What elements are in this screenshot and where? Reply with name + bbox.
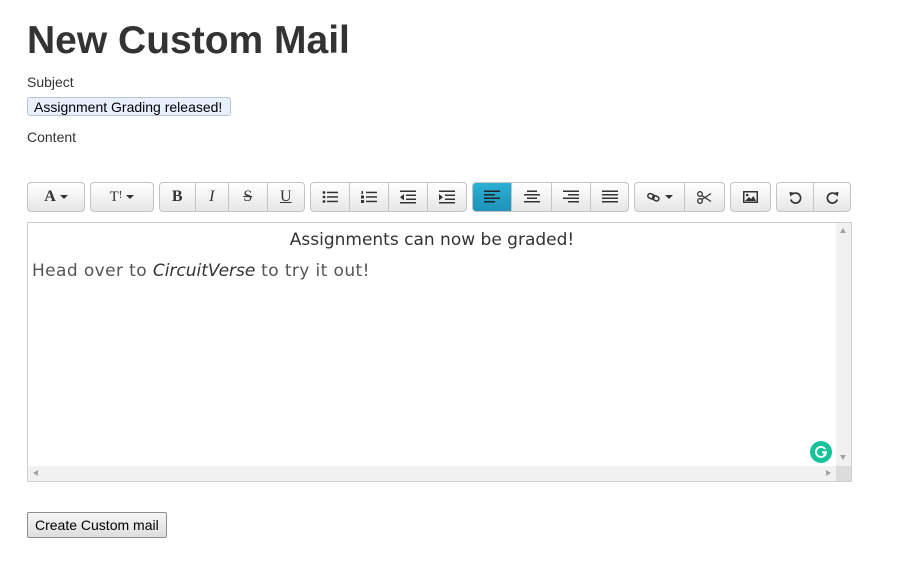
- bold-icon: B: [171, 188, 183, 205]
- undo-icon: [789, 191, 801, 204]
- editor-body-line: Head over to CircuitVerse to try it out!: [32, 261, 370, 281]
- chevron-down-icon: [59, 195, 68, 199]
- unlink-icon: [697, 190, 712, 204]
- align-right-icon: [563, 190, 579, 203]
- indent-icon: [439, 190, 455, 204]
- align-left-button[interactable]: [473, 183, 512, 211]
- italic-icon: I: [209, 188, 215, 205]
- grammarly-icon[interactable]: [810, 441, 832, 463]
- link-button[interactable]: [635, 183, 685, 211]
- content-label: Content: [27, 129, 77, 145]
- text-style-group: B I S U: [159, 182, 305, 212]
- align-left-icon: [484, 190, 500, 203]
- image-group: [730, 182, 771, 212]
- align-right-button[interactable]: [552, 183, 591, 211]
- strikethrough-button[interactable]: S: [229, 183, 268, 211]
- font-color-icon: A: [44, 188, 56, 205]
- font-size-group: T!: [90, 182, 154, 212]
- font-size-icon: T!: [109, 188, 123, 205]
- insert-image-button[interactable]: [731, 183, 770, 211]
- justify-icon: [601, 190, 618, 203]
- grammarly-glyph-icon: [815, 445, 828, 458]
- vertical-scrollbar[interactable]: [836, 223, 851, 466]
- link-group: [634, 182, 725, 212]
- body-suffix: to try it out!: [255, 261, 370, 281]
- body-prefix: Head over to: [32, 261, 153, 281]
- subject-input[interactable]: [27, 97, 231, 116]
- font-color-button[interactable]: A: [28, 183, 84, 211]
- unlink-button[interactable]: [685, 183, 724, 211]
- undo-button[interactable]: [777, 183, 814, 211]
- outdent-icon: [400, 190, 416, 204]
- list-group: [310, 182, 467, 212]
- scroll-down-arrow-icon[interactable]: [840, 455, 846, 460]
- redo-button[interactable]: [814, 183, 850, 211]
- resize-corner[interactable]: [836, 466, 851, 481]
- scroll-left-arrow-icon[interactable]: [33, 470, 38, 476]
- scroll-right-arrow-icon[interactable]: [826, 470, 831, 476]
- content-editor[interactable]: Assignments can now be graded! Head over…: [27, 222, 852, 482]
- editor-toolbar: A T! B I S U: [27, 182, 857, 212]
- link-icon: [646, 192, 660, 202]
- indent-button[interactable]: [428, 183, 466, 211]
- image-icon: [743, 191, 758, 203]
- strikethrough-icon: S: [243, 188, 253, 205]
- align-center-icon: [523, 190, 540, 203]
- scroll-up-arrow-icon[interactable]: [840, 228, 846, 233]
- alignment-group: [472, 182, 629, 212]
- justify-button[interactable]: [591, 183, 628, 211]
- underline-button[interactable]: U: [268, 183, 304, 211]
- italic-button[interactable]: I: [196, 183, 230, 211]
- bold-button[interactable]: B: [160, 183, 196, 211]
- redo-icon: [826, 191, 838, 204]
- chevron-down-icon: [664, 195, 673, 199]
- bullet-list-icon: [322, 191, 338, 203]
- create-custom-mail-button[interactable]: Create Custom mail: [27, 512, 167, 538]
- font-group: A: [27, 182, 85, 212]
- editor-content-area[interactable]: Assignments can now be graded! Head over…: [28, 223, 836, 466]
- outdent-button[interactable]: [389, 183, 428, 211]
- font-size-button[interactable]: T!: [91, 183, 153, 211]
- font-size-glyph: T: [109, 188, 119, 205]
- history-group: [776, 182, 851, 212]
- numbered-list-button[interactable]: [350, 183, 389, 211]
- bullet-list-button[interactable]: [311, 183, 350, 211]
- numbered-list-icon: [361, 191, 377, 203]
- editor-heading: Assignments can now be graded!: [289, 230, 575, 250]
- underline-icon: U: [279, 188, 292, 205]
- brand-name: CircuitVerse: [152, 261, 256, 281]
- horizontal-scrollbar[interactable]: [28, 466, 836, 481]
- subject-label: Subject: [27, 74, 74, 90]
- page-title: New Custom Mail: [27, 19, 350, 62]
- align-center-button[interactable]: [512, 183, 552, 211]
- chevron-down-icon: [126, 195, 135, 199]
